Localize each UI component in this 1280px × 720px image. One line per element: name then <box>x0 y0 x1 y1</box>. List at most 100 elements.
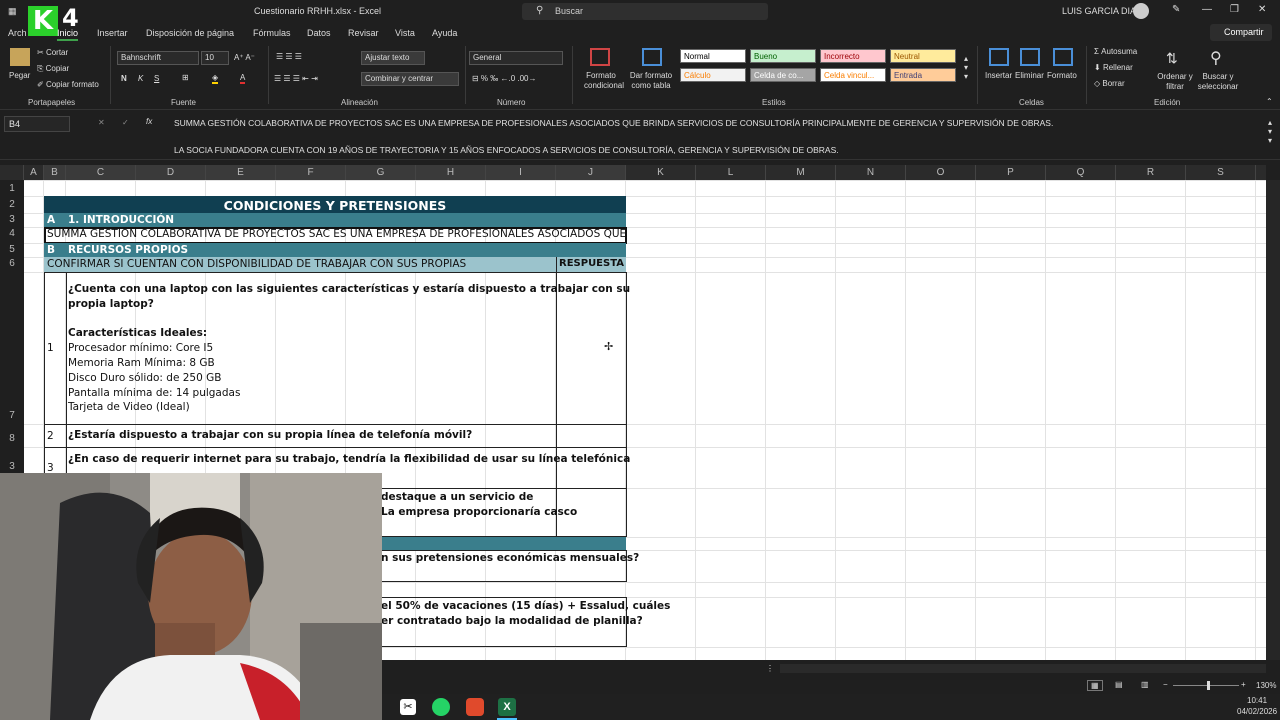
row-header-3[interactable]: 3 <box>0 214 24 225</box>
row-header-5[interactable]: 5 <box>0 244 24 255</box>
tab-formulas[interactable]: Fórmulas <box>253 28 291 38</box>
column-header-e[interactable]: E <box>206 165 276 180</box>
autosum-button[interactable]: Σ Autosuma <box>1094 47 1137 56</box>
question-1-text[interactable]: ¿Cuenta con una laptop con las siguiente… <box>68 282 630 415</box>
column-header-a[interactable]: A <box>24 165 44 180</box>
cancel-formula-icon[interactable]: ✕ <box>98 118 105 127</box>
column-header-k[interactable]: K <box>626 165 696 180</box>
column-header-j[interactable]: J <box>556 165 626 180</box>
cell-style-4[interactable]: Cálculo <box>680 68 746 82</box>
close-icon[interactable]: ✕ <box>1258 4 1266 15</box>
minimize-icon[interactable]: — <box>1202 4 1212 15</box>
horizontal-scrollbar[interactable] <box>780 664 1266 673</box>
underline-button[interactable]: S <box>154 74 159 83</box>
excel-taskbar-icon[interactable]: X <box>498 698 516 716</box>
insert-cells-button[interactable]: Insertar <box>985 71 1012 80</box>
confirm-formula-icon[interactable]: ✓ <box>122 118 129 127</box>
collapse-ribbon-icon[interactable]: ⌃ <box>1266 97 1273 106</box>
italic-button[interactable]: K <box>138 74 143 83</box>
column-header-c[interactable]: C <box>66 165 136 180</box>
column-header-g[interactable]: G <box>346 165 416 180</box>
font-color-icon[interactable]: A <box>240 73 246 84</box>
borders-icon[interactable]: ⊞ <box>182 73 189 82</box>
share-button[interactable]: Compartir <box>1210 24 1272 41</box>
find-select-button[interactable]: Buscar y seleccionar <box>1194 72 1242 92</box>
column-header-d[interactable]: D <box>136 165 206 180</box>
row-header-3[interactable]: 3 <box>0 461 24 472</box>
user-name[interactable]: LUIS GARCIA DIAZ <box>1062 6 1142 16</box>
conditional-format-icon[interactable] <box>590 48 610 66</box>
sort-filter-icon[interactable]: ⇅ <box>1166 50 1178 67</box>
cell-style-7[interactable]: Entrada <box>890 68 956 82</box>
conditional-format-button[interactable]: Formato condicional <box>584 71 624 91</box>
search-box[interactable]: ⚲ Buscar <box>522 3 768 20</box>
number-format-select[interactable]: General <box>469 51 563 65</box>
zoom-thumb[interactable] <box>1207 681 1210 690</box>
tab-disposicion[interactable]: Disposición de página <box>146 28 234 38</box>
column-header-l[interactable]: L <box>696 165 766 180</box>
tab-archivo[interactable]: Arch <box>8 28 27 38</box>
function-icon[interactable]: fx <box>146 117 152 126</box>
tab-insertar[interactable]: Insertar <box>97 28 128 38</box>
question-4-text-1[interactable]: destaque a un servicio de <box>381 491 533 503</box>
sheet-bar-splitter[interactable]: ⋮ <box>766 664 774 673</box>
question-4-text-2[interactable]: La empresa proporcionaría casco <box>381 506 577 518</box>
copy-button[interactable]: ⎘ Copiar <box>37 64 69 74</box>
question-6-text-2[interactable]: er contratado bajo la modalidad de plani… <box>381 615 643 627</box>
grow-font-icon[interactable]: A⁺ A⁻ <box>234 53 255 62</box>
row-header-8[interactable]: 8 <box>0 433 24 444</box>
formula-text-line1[interactable]: SUMMA GESTIÓN COLABORATIVA DE PROYECTOS … <box>174 118 1053 128</box>
column-header-n[interactable]: N <box>836 165 906 180</box>
brave-icon[interactable] <box>466 698 484 716</box>
autosave-icon[interactable]: ▦ <box>8 6 17 17</box>
select-all-corner[interactable] <box>0 165 24 180</box>
formula-text-line2[interactable]: LA SOCIA FUNDADORA CUENTA CON 19 AÑOS DE… <box>174 145 839 155</box>
bold-button[interactable]: N <box>121 74 127 83</box>
restore-icon[interactable]: ❐ <box>1230 4 1239 15</box>
row-header-2[interactable]: 2 <box>0 199 24 210</box>
format-cells-icon[interactable] <box>1053 48 1073 66</box>
table-format-button[interactable]: Dar formato como tabla <box>628 71 674 91</box>
column-header-r[interactable]: R <box>1116 165 1186 180</box>
row-header-1[interactable]: 1 <box>0 183 24 194</box>
tab-vista[interactable]: Vista <box>395 28 415 38</box>
question-5-text[interactable]: n sus pretensiones económicas mensuales? <box>381 552 639 564</box>
paste-button[interactable]: Pegar <box>9 71 30 80</box>
font-name-select[interactable]: Bahnschrift <box>117 51 199 65</box>
zoom-level[interactable]: 130% <box>1256 681 1276 690</box>
vertical-scrollbar[interactable] <box>1266 180 1280 660</box>
delete-cells-icon[interactable] <box>1020 48 1040 66</box>
column-header-f[interactable]: F <box>276 165 346 180</box>
page-break-icon[interactable]: ▥ <box>1141 680 1149 689</box>
zoom-in-icon[interactable]: + <box>1241 680 1246 689</box>
font-size-select[interactable]: 10 <box>201 51 229 65</box>
styles-scroll-icon[interactable]: ▴ ▾ ▾ <box>964 54 968 81</box>
sort-filter-button[interactable]: Ordenar y filtrar <box>1156 72 1194 92</box>
column-header-i[interactable]: I <box>486 165 556 180</box>
cell-style-6[interactable]: Celda vincul... <box>820 68 886 82</box>
column-header-p[interactable]: P <box>976 165 1046 180</box>
clock-date[interactable]: 04/02/2026 <box>1237 707 1277 716</box>
column-header-o[interactable]: O <box>906 165 976 180</box>
cell-style-2[interactable]: Incorrecto <box>820 49 886 63</box>
pen-icon[interactable]: ✎ <box>1172 4 1180 15</box>
whatsapp-icon[interactable] <box>432 698 450 716</box>
normal-view-icon[interactable]: ▦ <box>1087 680 1103 691</box>
column-header-h[interactable]: H <box>416 165 486 180</box>
format-cells-button[interactable]: Formato <box>1047 71 1077 80</box>
cell-style-1[interactable]: Bueno <box>750 49 816 63</box>
row-header-6[interactable]: 6 <box>0 258 24 269</box>
cell-style-0[interactable]: Normal <box>680 49 746 63</box>
format-painter-button[interactable]: ✐ Copiar formato <box>37 80 99 89</box>
cut-button[interactable]: ✂ Cortar <box>37 48 68 57</box>
merge-center-button[interactable]: Combinar y centrar <box>361 72 459 86</box>
fill-color-icon[interactable]: ◈ <box>212 73 219 84</box>
avatar[interactable] <box>1133 3 1149 19</box>
row-header-4[interactable]: 4 <box>0 228 24 239</box>
align-left-icon[interactable]: ☰ ☰ ☰ ⇤ ⇥ <box>274 74 318 83</box>
capcut-icon[interactable]: ✂ <box>400 699 416 715</box>
paste-icon[interactable] <box>10 48 30 66</box>
column-header-m[interactable]: M <box>766 165 836 180</box>
align-top-icon[interactable]: ☰ ☰ ☰ <box>276 52 302 61</box>
delete-cells-button[interactable]: Eliminar <box>1015 71 1044 80</box>
